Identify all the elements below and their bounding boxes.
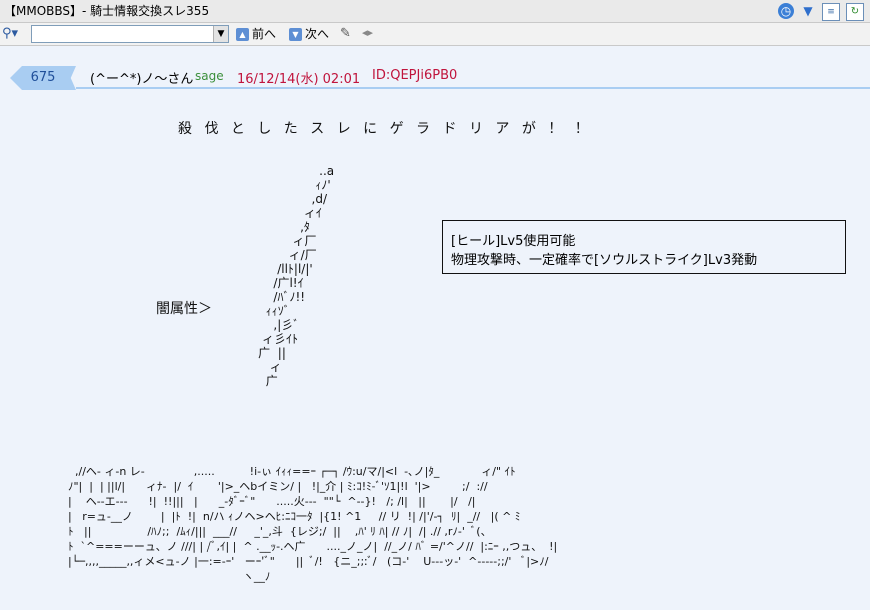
prev-button[interactable]: ▲ 前へ bbox=[236, 26, 276, 42]
info-line: 物理攻撃時、一定確率で[ソウルストライク]Lv3発動 bbox=[451, 253, 758, 268]
splitter-grip-icon[interactable]: ◂▸ bbox=[362, 26, 373, 39]
poster-mail: sage bbox=[195, 69, 224, 83]
toolbar: ⚲▾ ▼ ▲ 前へ ▼ 次へ ✎ ◂▸ bbox=[0, 23, 870, 46]
info-line: [ヒール]Lv5使用可能 bbox=[451, 234, 576, 249]
arrow-down-icon: ▼ bbox=[289, 27, 302, 41]
document-icon[interactable]: ≡ bbox=[822, 3, 840, 21]
element-label: 闇属性＞ bbox=[156, 301, 212, 317]
chevron-down-icon[interactable]: ▼ bbox=[213, 26, 228, 42]
poster-name: (^ー^*)ノ〜さん bbox=[90, 72, 194, 87]
pen-icon[interactable]: ✎ bbox=[340, 26, 351, 41]
post-date: 16/12/14(水) 02:01 bbox=[237, 72, 361, 87]
window-title: 【MMOBBS】- 騎士情報交換スレ355 bbox=[4, 4, 210, 18]
header-divider bbox=[76, 87, 870, 89]
arrow-up-icon: ▲ bbox=[236, 27, 249, 41]
post-headline: 殺 伐 と し た ス レ に ゲ ラ ド リ ア が ！ ！ bbox=[178, 121, 593, 137]
search-icon[interactable]: ⚲▾ bbox=[2, 26, 28, 42]
title-bar: 【MMOBBS】- 騎士情報交換スレ355 ◷ ▼ ≡ ↻ bbox=[0, 0, 870, 23]
refresh-icon[interactable]: ↻ bbox=[846, 3, 864, 21]
prev-label: 前へ bbox=[252, 27, 277, 41]
bottom-art: ,//ヘ- ィ-n レ- ,..... !i-ぃ ｲｨｨ==ｰ ┌─┐ /ｳ:u… bbox=[68, 465, 558, 583]
search-input[interactable] bbox=[32, 26, 214, 42]
sword-art: ..a ｨﾉ' ,d/ ィｲ ,ﾀ ィ厂 ィ/厂 /llﾄ|l/|' /广l!ｲ bbox=[258, 164, 335, 388]
funnel-icon[interactable]: ▼ bbox=[800, 3, 816, 19]
title-bar-icons: ◷ ▼ ≡ ↻ bbox=[778, 3, 864, 21]
poster-id[interactable]: ID:QEPJi6PB0 bbox=[372, 68, 457, 83]
info-box: [ヒール]Lv5使用可能 物理攻撃時、一定確率で[ソウルストライク]Lv3発動 bbox=[442, 220, 846, 274]
next-button[interactable]: ▼ 次へ bbox=[289, 26, 329, 42]
post-number[interactable]: 675 bbox=[10, 66, 76, 90]
next-label: 次へ bbox=[305, 27, 330, 41]
search-combobox[interactable]: ▼ bbox=[31, 25, 229, 43]
clock-icon[interactable]: ◷ bbox=[778, 3, 794, 19]
post-header: 675 (^ー^*)ノ〜さん sage 16/12/14(水) 02:01 ID… bbox=[10, 66, 870, 90]
